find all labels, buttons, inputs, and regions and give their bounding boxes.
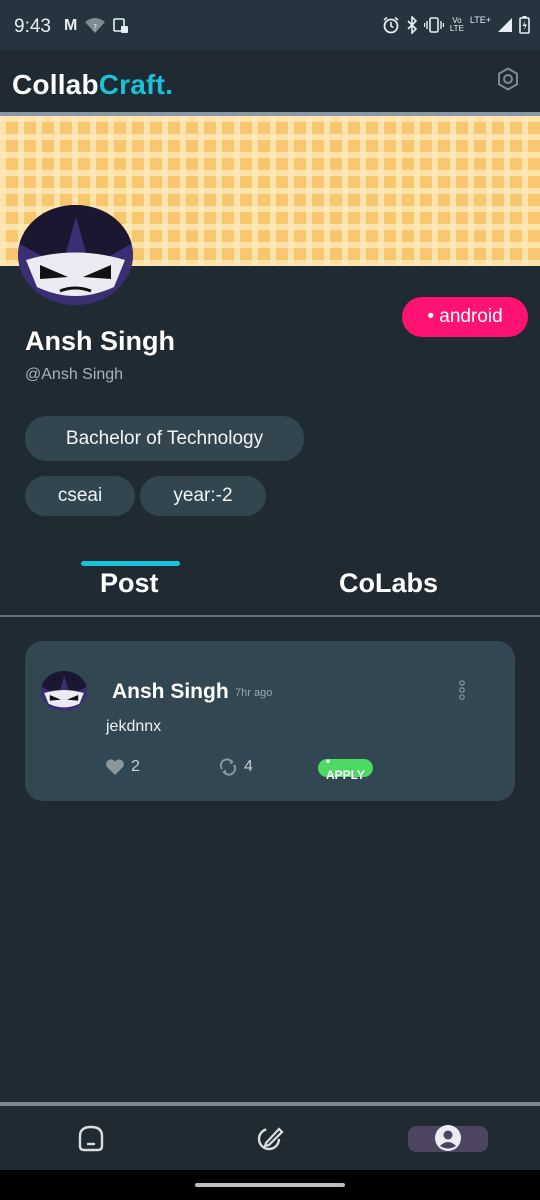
bluetooth-icon <box>407 16 417 34</box>
vibrate-icon <box>423 17 444 33</box>
nav-profile[interactable] <box>432 1122 464 1154</box>
post-card[interactable]: Ansh Singh 7hr ago jekdnnx 2 4 • APPLY <box>25 641 515 801</box>
post-author-avatar[interactable] <box>41 671 87 711</box>
apply-button[interactable]: • APPLY <box>318 754 373 782</box>
status-time: 9:43 <box>14 16 51 37</box>
gmail-icon: M <box>64 17 78 34</box>
bottom-nav <box>0 1106 540 1170</box>
svg-text:?: ? <box>93 23 97 32</box>
tab-post[interactable]: Post <box>100 568 159 599</box>
like-count: 2 <box>131 758 140 775</box>
app-header: CollabCraft. <box>0 50 540 112</box>
active-tab-indicator <box>81 561 180 566</box>
post-content: jekdnnx <box>106 718 162 735</box>
repost-button[interactable]: 4 <box>218 758 253 776</box>
nav-create[interactable] <box>254 1122 286 1154</box>
home-icon <box>78 1125 104 1152</box>
alarm-icon <box>383 16 399 34</box>
branch-chip: cseai <box>25 476 135 516</box>
battery-icon <box>519 16 530 34</box>
settings-icon[interactable] <box>496 67 520 91</box>
signal-icon <box>498 18 512 32</box>
interest-badge: • android <box>402 297 528 337</box>
volte-icon: Vo LTE <box>449 16 464 33</box>
nav-home[interactable] <box>75 1122 107 1154</box>
like-button[interactable]: 2 <box>105 758 140 776</box>
repost-count: 4 <box>244 758 253 775</box>
profile-name: Ansh Singh <box>25 326 175 356</box>
wifi-question-icon: ? <box>85 18 106 33</box>
gesture-handle[interactable] <box>195 1183 345 1187</box>
profile-icon <box>435 1125 461 1151</box>
edit-icon <box>257 1127 284 1151</box>
post-timestamp: 7hr ago <box>235 687 273 699</box>
screenshot-icon <box>113 18 129 33</box>
heart-icon <box>106 759 124 775</box>
post-author-name[interactable]: Ansh Singh <box>112 680 229 704</box>
tab-colabs[interactable]: CoLabs <box>339 568 438 599</box>
app-logo: CollabCraft. <box>12 69 174 100</box>
more-options-icon[interactable] <box>457 679 467 701</box>
system-navigation <box>0 1170 540 1200</box>
profile-avatar[interactable] <box>18 205 133 305</box>
degree-chip: Bachelor of Technology <box>25 416 304 461</box>
repost-icon <box>219 758 237 776</box>
year-chip: year:-2 <box>140 476 266 516</box>
tabs-divider <box>0 615 540 617</box>
profile-handle: @Ansh Singh <box>25 366 124 383</box>
status-bar: 9:43 M ? Vo LTE LTE+ <box>0 0 540 50</box>
lte-plus-icon: LTE+ <box>469 15 491 25</box>
